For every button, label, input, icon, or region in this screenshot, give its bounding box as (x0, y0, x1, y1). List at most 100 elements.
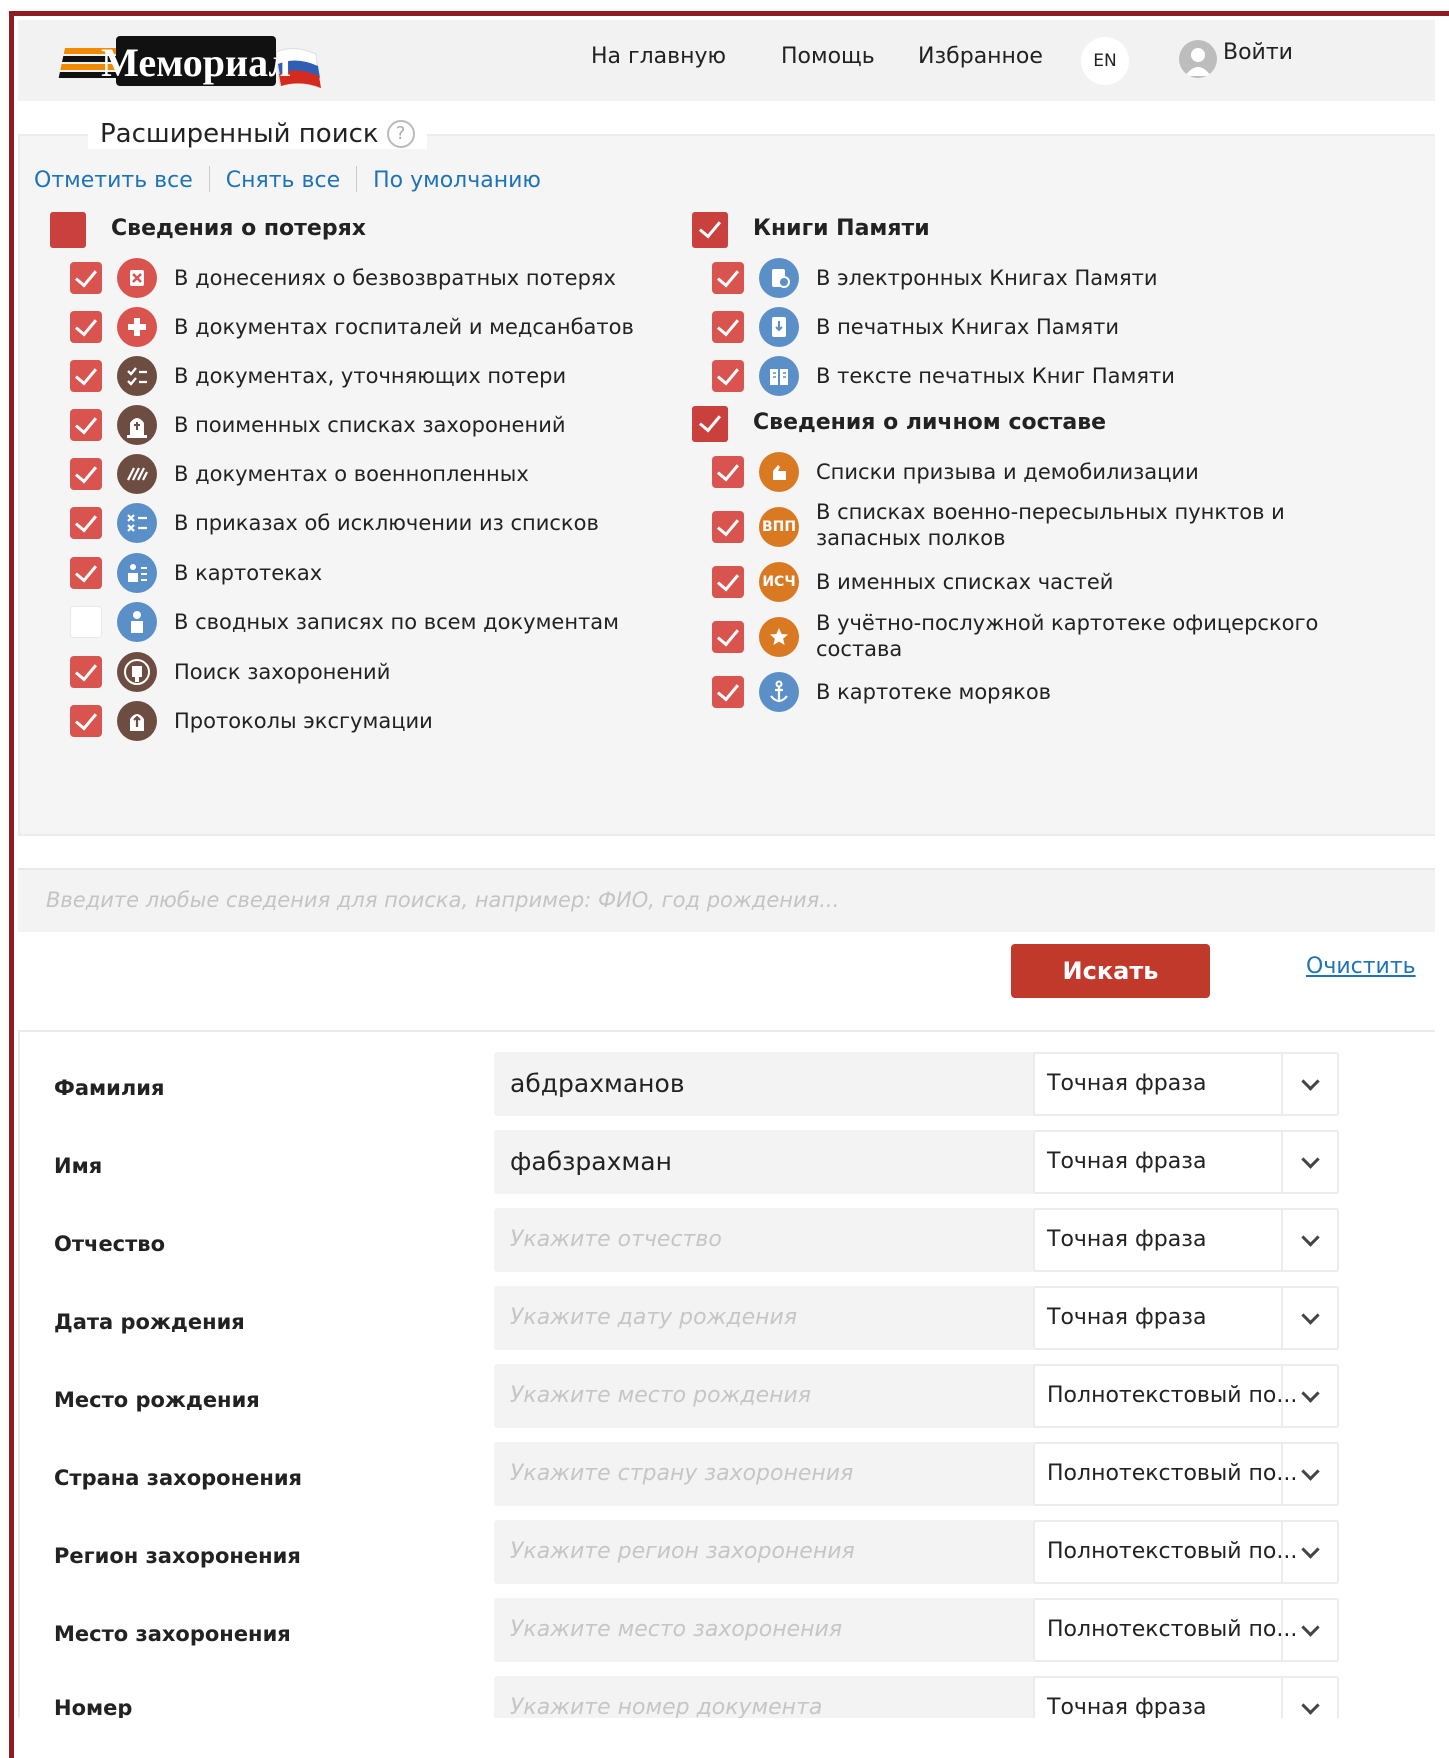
advanced-search-panel: Расширенный поиск? Отметить все Снять все… (18, 119, 1435, 836)
checklist-icon (117, 356, 157, 396)
checkbox-officer-cards[interactable] (712, 621, 744, 653)
user-icon (1179, 40, 1217, 78)
search-fields: Фамилия абдрахманов Точная фраза Имя фаб… (18, 1030, 1435, 1718)
checkbox-transit-points[interactable] (712, 511, 744, 543)
grave-icon (117, 701, 157, 741)
checkbox-burial-search[interactable] (70, 656, 102, 688)
label-books-text: В тексте печатных Книг Памяти (816, 364, 1175, 388)
checkbox-group-personnel[interactable] (692, 406, 728, 442)
label-officer-cards-line2: состава (816, 637, 903, 661)
vpp-icon: ВПП (759, 507, 799, 547)
query-input[interactable] (18, 870, 1435, 930)
star-icon (759, 617, 799, 657)
lastname-mode-select[interactable]: Точная фраза (1033, 1052, 1339, 1116)
checkbox-books-electronic[interactable] (712, 262, 744, 294)
label-doc-number: Номер (54, 1696, 133, 1718)
site-header: Мемориал На главную Помощь Избранное EN … (18, 20, 1435, 101)
nav-help[interactable]: Помощь (781, 44, 875, 69)
login-link[interactable]: Войти (1179, 40, 1293, 78)
burial-country-mode-select[interactable]: Полнотекстовый по... (1033, 1442, 1339, 1506)
label-patronymic: Отчество (54, 1232, 166, 1256)
doc-number-input[interactable]: Укажите номер документа (494, 1676, 1038, 1718)
checkbox-sailors[interactable] (712, 676, 744, 708)
label-losses-burial-lists: В поименных списках захоронений (174, 413, 566, 437)
nav-favorites[interactable]: Избранное (918, 44, 1043, 69)
birthplace-input[interactable]: Укажите место рождения (494, 1364, 1038, 1428)
checkbox-exhumation[interactable] (70, 705, 102, 737)
birthdate-input[interactable]: Укажите дату рождения (494, 1286, 1038, 1350)
checkbox-losses-burial-lists[interactable] (70, 409, 102, 441)
doc-number-mode-select[interactable]: Точная фраза (1033, 1676, 1339, 1718)
nav-home[interactable]: На главную (591, 44, 726, 69)
label-transit-points-line2: запасных полков (816, 526, 1006, 550)
barbed-wire-icon (117, 454, 157, 494)
checkbox-group-losses[interactable] (50, 212, 86, 248)
cross-box-icon (117, 258, 157, 298)
checkbox-books-printed[interactable] (712, 311, 744, 343)
label-lastname: Фамилия (54, 1076, 165, 1100)
burial-place-input[interactable]: Укажите место захоронения (494, 1598, 1038, 1662)
checkbox-losses-hospitals[interactable] (70, 311, 102, 343)
label-exhumation: Протоколы эксгумации (174, 709, 433, 733)
list-cross-icon (117, 503, 157, 543)
label-sailors: В картотеке моряков (816, 680, 1052, 704)
checkbox-losses-exclusion-orders[interactable] (70, 507, 102, 539)
default-link[interactable]: По умолчанию (373, 168, 541, 193)
login-label: Войти (1223, 40, 1293, 65)
select-all-link[interactable]: Отметить все (34, 168, 193, 193)
checkbox-losses-pow[interactable] (70, 458, 102, 490)
checkbox-losses-summary[interactable] (70, 606, 102, 638)
patronymic-input[interactable]: Укажите отчество (494, 1208, 1038, 1272)
checkbox-books-text[interactable] (712, 360, 744, 392)
label-losses-irrecoverable: В донесениях о безвозвратных потерях (174, 266, 616, 290)
label-burial-place: Место захоронения (54, 1622, 291, 1646)
query-box (18, 868, 1435, 932)
label-losses-summary: В сводных записях по всем документам (174, 610, 620, 634)
patronymic-mode-select[interactable]: Точная фраза (1033, 1208, 1339, 1272)
language-switch[interactable]: EN (1081, 37, 1129, 85)
checkbox-losses-clarifying[interactable] (70, 360, 102, 392)
label-losses-card-files: В картотеках (174, 561, 323, 585)
label-losses-pow: В документах о военнопленных (174, 462, 529, 486)
printed-book-icon (759, 307, 799, 347)
deselect-all-link[interactable]: Снять все (226, 168, 340, 193)
group-books-title: Книги Памяти (753, 216, 930, 241)
chevron-down-icon (1281, 1210, 1337, 1270)
svg-text:Мемориал: Мемориал (101, 40, 291, 85)
search-button[interactable]: Искать (1011, 944, 1210, 998)
chevron-down-icon (1281, 1054, 1337, 1114)
burial-region-input[interactable]: Укажите регион захоронения (494, 1520, 1038, 1584)
burial-place-mode-select[interactable]: Полнотекстовый по... (1033, 1598, 1339, 1662)
advanced-search-title: Расширенный поиск? (88, 119, 427, 149)
memorial-logo[interactable]: Мемориал (54, 34, 334, 90)
checkbox-conscription[interactable] (712, 456, 744, 488)
label-losses-clarifying: В документах, уточняющих потери (174, 364, 567, 388)
burial-country-input[interactable]: Укажите страну захоронения (494, 1442, 1038, 1506)
label-officer-cards-line1: В учётно-послужной картотеке офицерского (816, 611, 1319, 635)
firstname-input[interactable]: фабзрахман (494, 1130, 1038, 1194)
help-icon[interactable]: ? (386, 120, 415, 148)
label-books-printed: В печатных Книгах Памяти (816, 315, 1119, 339)
birthdate-mode-select[interactable]: Точная фраза (1033, 1286, 1339, 1350)
tombstone-icon (117, 405, 157, 445)
memorial-icon (117, 652, 157, 692)
firstname-mode-select[interactable]: Точная фраза (1033, 1130, 1339, 1194)
label-birthplace: Место рождения (54, 1388, 260, 1412)
clear-link[interactable]: Очистить (1306, 954, 1416, 979)
anchor-icon (759, 672, 799, 712)
birthplace-mode-select[interactable]: Полнотекстовый по... (1033, 1364, 1339, 1428)
chevron-down-icon (1281, 1288, 1337, 1348)
label-burial-country: Страна захоронения (54, 1466, 303, 1490)
burial-region-mode-select[interactable]: Полнотекстовый по... (1033, 1520, 1339, 1584)
isch-icon: ИСЧ (759, 562, 799, 602)
checkbox-group-books[interactable] (692, 212, 728, 248)
chevron-down-icon (1281, 1132, 1337, 1192)
checkbox-unit-lists[interactable] (712, 566, 744, 598)
label-losses-exclusion-orders: В приказах об исключении из списков (174, 511, 599, 535)
label-losses-hospitals: В документах госпиталей и медсанбатов (174, 315, 634, 339)
open-book-icon (759, 356, 799, 396)
lastname-input[interactable]: абдрахманов (494, 1052, 1038, 1116)
chevron-down-icon (1281, 1444, 1337, 1504)
checkbox-losses-card-files[interactable] (70, 557, 102, 589)
checkbox-losses-irrecoverable[interactable] (70, 262, 102, 294)
